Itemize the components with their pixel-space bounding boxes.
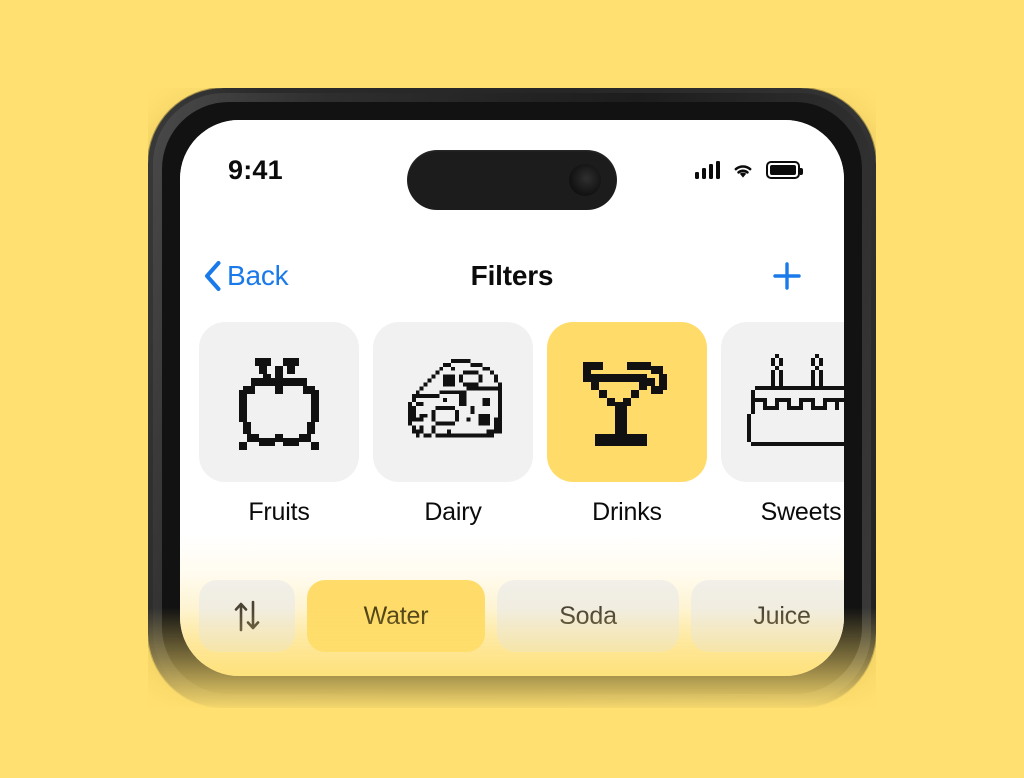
signal-bars-icon [694, 161, 720, 179]
category-tile-drinks[interactable] [547, 322, 707, 482]
add-button[interactable] [768, 257, 806, 295]
dynamic-island [407, 150, 617, 210]
front-camera-icon [569, 164, 601, 196]
phone-screen: 9:41 Back Filters Fruits Dairy Drinks Sw… [180, 120, 844, 676]
battery-full-icon [766, 161, 803, 179]
apple-pixel-icon [239, 358, 319, 450]
cocktail-pixel-icon [583, 362, 667, 446]
cake-pixel-icon [747, 354, 844, 446]
filter-chip-list[interactable]: Water Soda Juice [180, 580, 844, 652]
cheese-pixel-icon [407, 358, 502, 438]
filter-chip-juice[interactable]: Juice [691, 580, 844, 652]
category-label-sweets: Sweets [760, 498, 842, 526]
category-item-drinks[interactable]: Drinks [547, 322, 707, 527]
category-tile-sweets[interactable] [721, 322, 844, 482]
category-label-fruits: Fruits [248, 498, 310, 526]
screenshot-canvas: 9:41 Back Filters Fruits Dairy Drinks Sw… [0, 0, 1024, 778]
phone-inner-bezel: 9:41 Back Filters Fruits Dairy Drinks Sw… [162, 102, 862, 694]
back-button-label: Back [227, 260, 289, 291]
status-bar-time: 9:41 [228, 154, 283, 185]
category-item-dairy[interactable]: Dairy [373, 322, 533, 527]
plus-icon [773, 262, 801, 290]
chevron-left-icon [204, 261, 221, 291]
phone-frame: 9:41 Back Filters Fruits Dairy Drinks Sw… [148, 88, 876, 708]
category-item-fruits[interactable]: Fruits [199, 322, 359, 527]
phone-device: 9:41 Back Filters Fruits Dairy Drinks Sw… [143, 88, 881, 708]
navigation-bar: Back Filters [180, 248, 844, 304]
filter-chip-soda[interactable]: Soda [497, 580, 679, 652]
category-item-sweets[interactable]: Sweets [721, 322, 844, 527]
category-tile-dairy[interactable] [373, 322, 533, 482]
phone-band: 9:41 Back Filters Fruits Dairy Drinks Sw… [153, 93, 871, 703]
sort-button[interactable] [199, 580, 295, 652]
status-bar-icons [694, 161, 803, 179]
wifi-icon [731, 161, 755, 179]
filter-chip-water[interactable]: Water [307, 580, 485, 652]
category-tile-fruits[interactable] [199, 322, 359, 482]
category-list[interactable]: Fruits Dairy Drinks Sweets [180, 322, 844, 527]
back-button[interactable]: Back [204, 260, 289, 292]
category-label-drinks: Drinks [592, 498, 662, 526]
category-label-dairy: Dairy [424, 498, 482, 526]
sort-arrows-icon [232, 599, 262, 633]
